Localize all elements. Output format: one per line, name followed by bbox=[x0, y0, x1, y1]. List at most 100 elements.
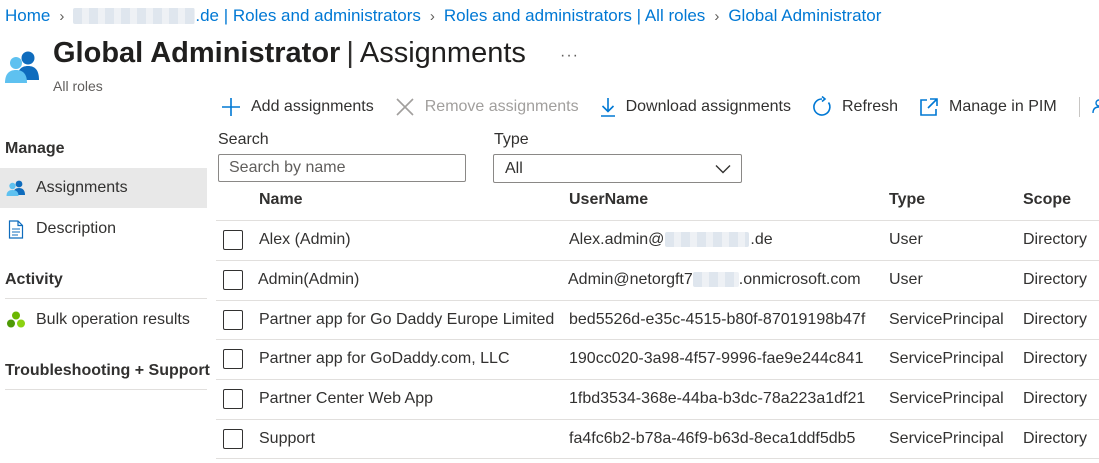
download-assignments-label: Download assignments bbox=[625, 98, 791, 115]
row-checkbox[interactable] bbox=[223, 230, 243, 250]
cubes-icon bbox=[6, 311, 26, 329]
table-row[interactable]: Admin(Admin) Admin@netorgft7 .onmicrosoft… bbox=[216, 260, 1099, 300]
cell-username: 190cc020-3a98-4f57-9996-fae9e244c841 bbox=[569, 350, 864, 367]
cell-scope: Directory bbox=[1023, 231, 1088, 248]
cell-type: User bbox=[889, 271, 923, 288]
cell-username: fa4fc6b2-b78a-46f9-b63d-8eca1ddf5db5 bbox=[569, 430, 856, 447]
cell-type: User bbox=[889, 231, 923, 248]
sidebar-item-description[interactable]: Description bbox=[0, 209, 207, 249]
column-header-name[interactable]: Name bbox=[259, 191, 303, 209]
breadcrumb-all-roles[interactable]: Roles and administrators | All roles bbox=[444, 6, 705, 26]
sidebar-item-assignments[interactable]: Assignments bbox=[0, 168, 207, 208]
external-link-icon bbox=[920, 98, 938, 116]
manage-in-pim-label: Manage in PIM bbox=[949, 98, 1057, 115]
refresh-label: Refresh bbox=[842, 98, 899, 115]
table-row[interactable]: Partner app for Go Daddy Europe Limited … bbox=[216, 300, 1099, 340]
breadcrumb-tenant-roles[interactable]: .de | Roles and administrators bbox=[195, 6, 421, 26]
more-options-icon[interactable]: ··· bbox=[560, 47, 579, 65]
page-subtitle: All roles bbox=[53, 78, 103, 94]
add-assignments-button[interactable]: Add assignments bbox=[220, 96, 374, 118]
table-row[interactable]: Partner app for GoDaddy.com, LLC 190cc02… bbox=[216, 339, 1099, 379]
type-dropdown-value: All bbox=[505, 159, 523, 177]
chevron-right-icon: › bbox=[59, 7, 65, 25]
column-header-username[interactable]: UserName bbox=[569, 191, 648, 209]
cell-username: 1fbd3534-368e-44ba-b3dc-78a223a1df21 bbox=[569, 390, 866, 407]
username-suffix: .de bbox=[750, 231, 773, 248]
nav-heading-activity: Activity bbox=[5, 271, 63, 288]
nav-divider bbox=[5, 298, 207, 299]
page-title-separator: | bbox=[346, 37, 354, 69]
manage-in-pim-button[interactable]: Manage in PIM bbox=[918, 96, 1057, 118]
refresh-button[interactable]: Refresh bbox=[811, 96, 898, 118]
row-checkbox[interactable] bbox=[223, 310, 243, 330]
cell-type: ServicePrincipal bbox=[889, 430, 1004, 447]
username-prefix: Admin@netorgft7 bbox=[568, 271, 693, 288]
remove-assignments-button[interactable]: Remove assignments bbox=[394, 96, 579, 118]
cell-scope: Directory bbox=[1023, 350, 1088, 367]
breadcrumb-current[interactable]: Global Administrator bbox=[728, 6, 881, 26]
plus-icon bbox=[222, 98, 240, 116]
chevron-down-icon bbox=[715, 164, 731, 173]
download-icon bbox=[600, 98, 615, 117]
cell-scope: Directory bbox=[1023, 390, 1088, 407]
row-checkbox[interactable] bbox=[223, 389, 243, 409]
nav-divider bbox=[5, 389, 207, 390]
cell-type: ServicePrincipal bbox=[889, 390, 1004, 407]
cell-name: Partner app for GoDaddy.com, LLC bbox=[259, 350, 510, 367]
page-title: Global Administrator | Assignments bbox=[53, 37, 526, 70]
type-dropdown[interactable]: All bbox=[493, 154, 742, 183]
cell-scope: Directory bbox=[1023, 311, 1088, 328]
command-bar: Add assignments Remove assignments Downl… bbox=[220, 93, 1099, 121]
redacted-domain bbox=[692, 272, 739, 288]
table-row[interactable]: Support fa4fc6b2-b78a-46f9-b63d-8eca1ddf… bbox=[216, 419, 1099, 459]
redacted-domain bbox=[665, 232, 750, 248]
cell-name: Admin(Admin) bbox=[258, 271, 360, 288]
cell-name: Alex (Admin) bbox=[259, 231, 351, 248]
cell-username: Admin@netorgft7 .onmicrosoft.com bbox=[568, 271, 861, 289]
download-assignments-button[interactable]: Download assignments bbox=[599, 96, 791, 118]
add-assignments-label: Add assignments bbox=[251, 98, 374, 115]
users-role-icon bbox=[4, 50, 42, 84]
cell-name: Partner Center Web App bbox=[259, 390, 434, 407]
chevron-right-icon: › bbox=[714, 7, 720, 25]
search-label: Search bbox=[218, 131, 269, 148]
row-checkbox[interactable] bbox=[223, 270, 243, 290]
remove-assignments-label: Remove assignments bbox=[424, 98, 579, 115]
nav-heading-manage: Manage bbox=[5, 140, 65, 157]
chevron-right-icon: › bbox=[429, 7, 435, 25]
sidebar-item-label: Description bbox=[36, 220, 117, 237]
close-icon bbox=[396, 98, 414, 116]
users-icon bbox=[6, 180, 26, 196]
table-row[interactable]: Alex (Admin) Alex.admin@ .de User Directo… bbox=[216, 220, 1099, 260]
table-bottom-border bbox=[216, 458, 1099, 459]
username-suffix: .onmicrosoft.com bbox=[738, 271, 861, 288]
sidebar-item-label: Bulk operation results bbox=[36, 311, 190, 328]
overflow-user-icon[interactable] bbox=[1090, 96, 1099, 118]
cell-type: ServicePrincipal bbox=[889, 311, 1004, 328]
column-header-scope[interactable]: Scope bbox=[1023, 191, 1071, 209]
redacted-tenant-name bbox=[73, 8, 196, 24]
cell-type: ServicePrincipal bbox=[889, 350, 1004, 367]
nav-heading-troubleshooting: Troubleshooting + Support bbox=[5, 362, 210, 379]
search-input[interactable] bbox=[218, 154, 466, 182]
page-title-role: Global Administrator bbox=[53, 37, 341, 69]
row-checkbox[interactable] bbox=[223, 349, 243, 369]
cell-scope: Directory bbox=[1023, 271, 1088, 288]
document-icon bbox=[6, 219, 26, 239]
breadcrumb-home[interactable]: Home bbox=[5, 6, 50, 26]
breadcrumb: Home › .de | Roles and administrators › … bbox=[5, 5, 881, 27]
toolbar-divider bbox=[1078, 97, 1080, 117]
cell-scope: Directory bbox=[1023, 430, 1088, 447]
page-title-section: Assignments bbox=[359, 37, 526, 69]
cell-name: Support bbox=[259, 430, 316, 447]
cell-username: bed5526d-e35c-4515-b80f-87019198b47f bbox=[569, 311, 866, 328]
username-prefix: Alex.admin@ bbox=[569, 231, 665, 248]
type-label: Type bbox=[494, 131, 529, 148]
column-header-type[interactable]: Type bbox=[889, 191, 925, 209]
sidebar-item-bulk-operation-results[interactable]: Bulk operation results bbox=[0, 300, 207, 340]
cell-username: Alex.admin@ .de bbox=[569, 231, 773, 249]
row-checkbox[interactable] bbox=[223, 429, 243, 449]
cell-name: Partner app for Go Daddy Europe Limited bbox=[259, 311, 555, 328]
table-row[interactable]: Partner Center Web App 1fbd3534-368e-44b… bbox=[216, 379, 1099, 419]
refresh-icon bbox=[813, 96, 831, 116]
